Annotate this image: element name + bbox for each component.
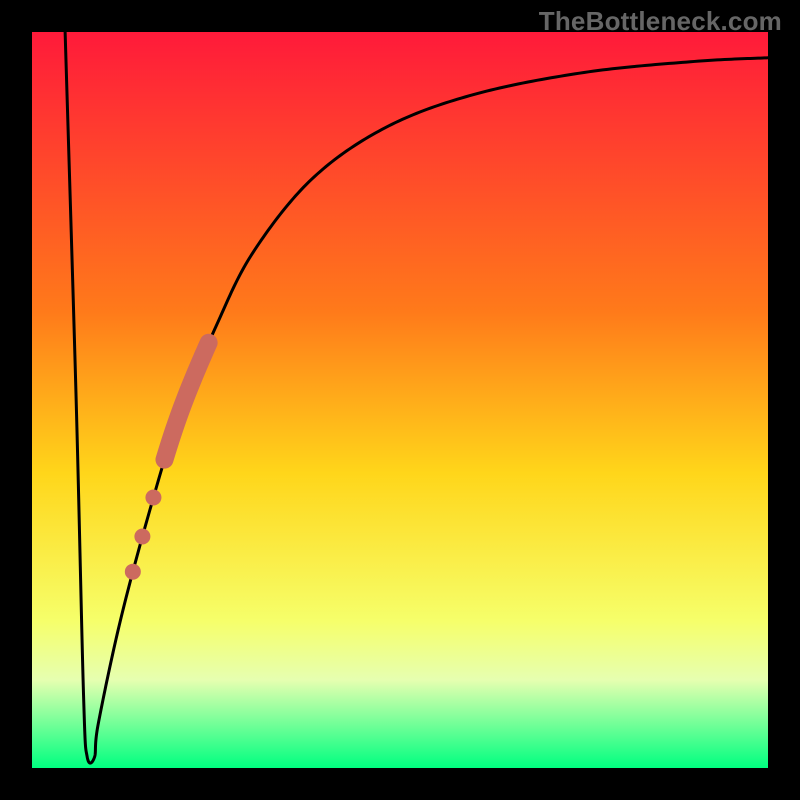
bottleneck-curve-chart [32,32,768,768]
chart-frame: TheBottleneck.com [0,0,800,800]
gradient-background [32,32,768,768]
highlight-dot-0 [145,490,161,506]
plot-area [32,32,768,768]
highlight-dot-1 [134,529,150,545]
highlight-dot-2 [125,564,141,580]
